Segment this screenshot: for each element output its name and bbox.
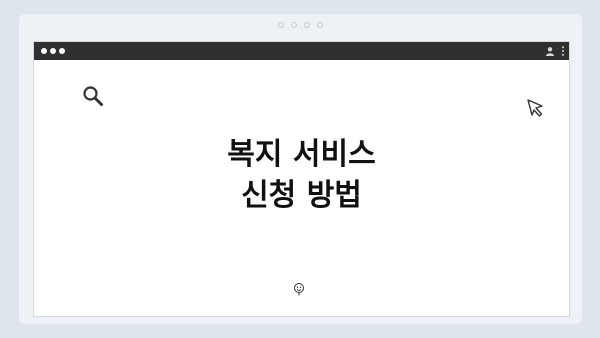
indicator-dot: [317, 22, 323, 28]
indicator-dot: [278, 22, 284, 28]
smiley-icon: [294, 283, 304, 296]
close-button[interactable]: [41, 48, 47, 54]
minimize-button[interactable]: [50, 48, 56, 54]
kebab-menu-icon[interactable]: [561, 46, 565, 56]
browser-window: 복지 서비스 신청 방법: [33, 41, 570, 317]
maximize-button[interactable]: [59, 48, 65, 54]
page-indicator: [19, 22, 582, 28]
title-line-2: 신청 방법: [241, 178, 362, 213]
cursor-icon: [527, 99, 543, 117]
search-icon: [83, 86, 103, 106]
profile-icon[interactable]: [545, 46, 555, 56]
page-title: 복지 서비스 신청 방법: [34, 134, 569, 216]
window-controls: [41, 48, 65, 54]
window-titlebar: [34, 42, 569, 60]
indicator-dot: [304, 22, 310, 28]
title-line-1: 복지 서비스: [227, 137, 376, 172]
outer-frame: 복지 서비스 신청 방법: [19, 14, 582, 324]
indicator-dot: [291, 22, 297, 28]
